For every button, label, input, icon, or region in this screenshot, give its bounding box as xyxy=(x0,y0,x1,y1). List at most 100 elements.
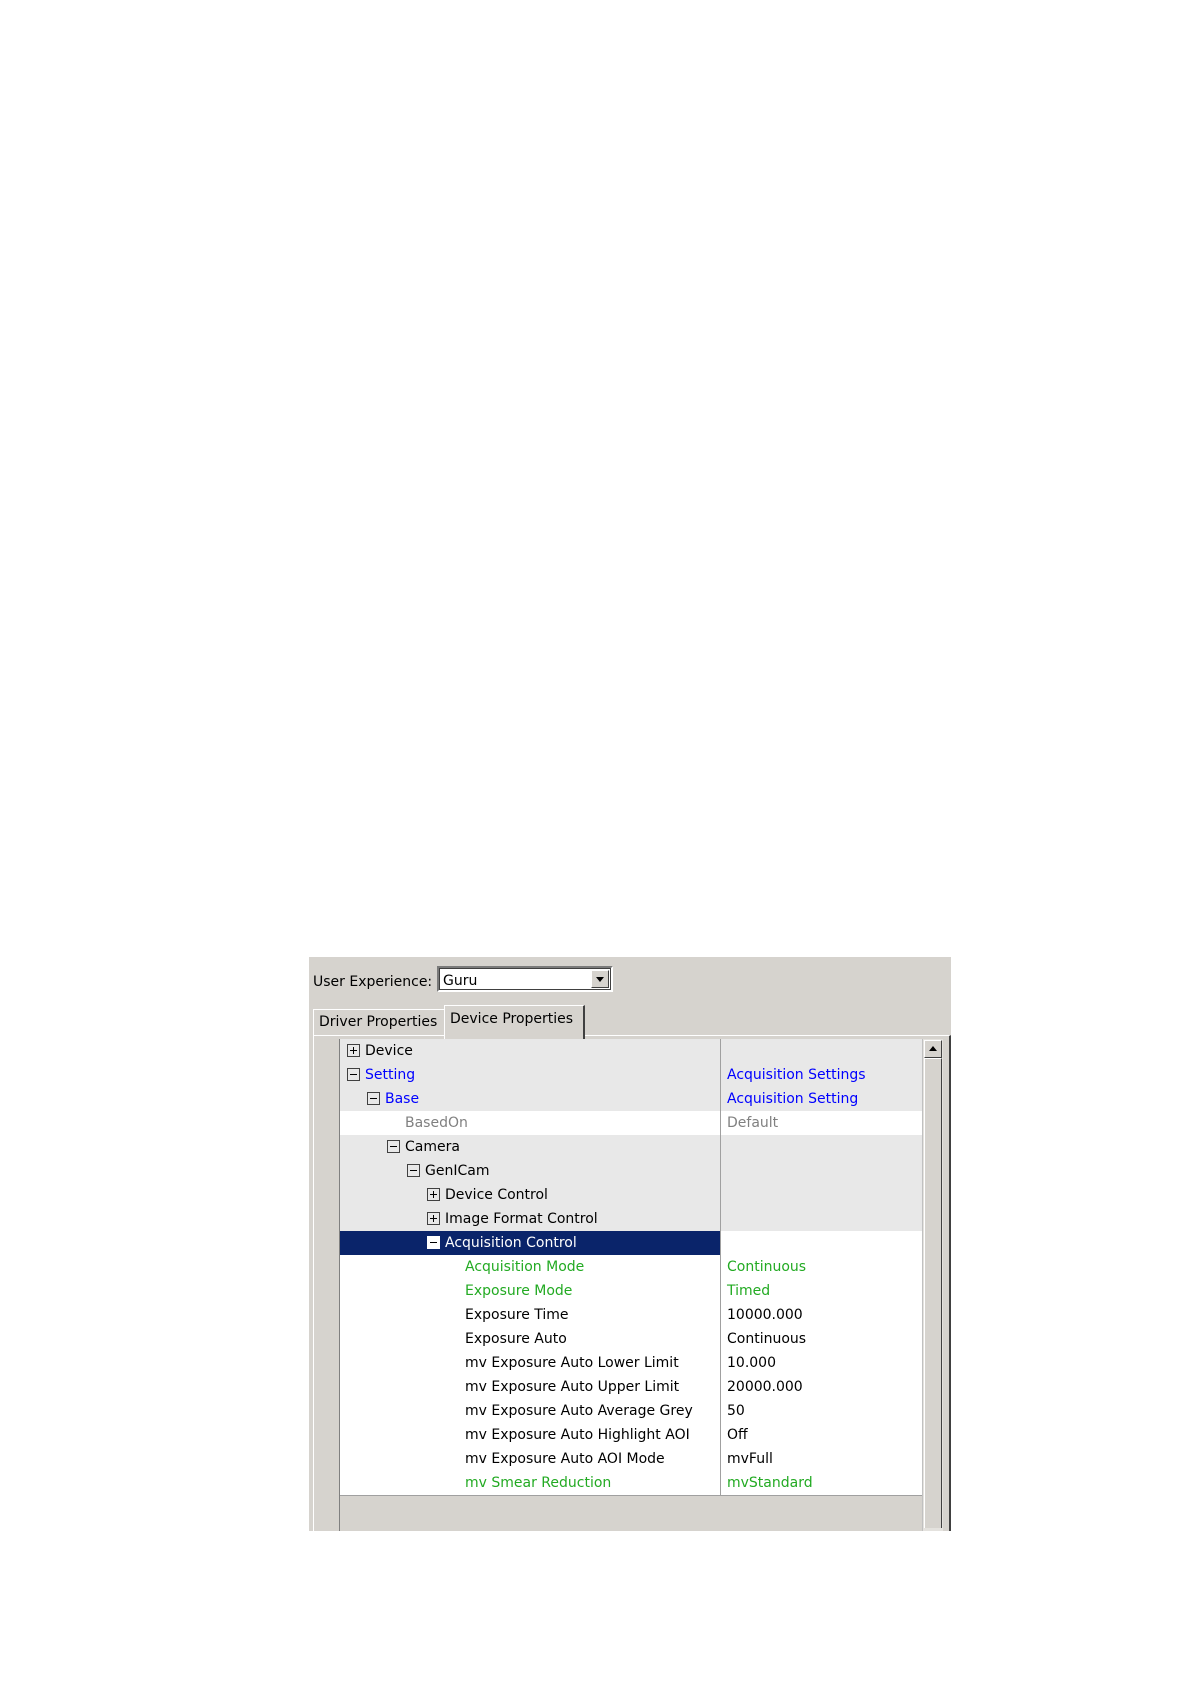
property-value-cell[interactable]: 20000.000 xyxy=(721,1375,922,1399)
tree-row-setting[interactable]: Setting Acquisition Settings xyxy=(340,1063,922,1088)
vertical-scrollbar[interactable] xyxy=(922,1039,943,1531)
tree-row-mv-exposure-auto-lower-limit[interactable]: mv Exposure Auto Lower Limit 10.000 xyxy=(340,1351,922,1376)
device-properties-panel: User Experience: Guru Driver Properties … xyxy=(309,957,951,1531)
property-name: Camera xyxy=(405,1139,460,1155)
tree-row-exposure-time[interactable]: Exposure Time 10000.000 xyxy=(340,1303,922,1328)
property-value-cell[interactable]: Timed xyxy=(721,1279,922,1303)
property-name: mv Exposure Auto Highlight AOI xyxy=(465,1427,690,1443)
tree-row-device[interactable]: Device xyxy=(340,1039,922,1064)
scroll-up-button[interactable] xyxy=(924,1040,942,1058)
property-name-cell[interactable]: BasedOn xyxy=(340,1111,721,1135)
property-value: 10.000 xyxy=(727,1355,776,1371)
property-name: Device Control xyxy=(445,1187,548,1203)
property-value-cell xyxy=(721,1159,922,1183)
tree-row-mv-exposure-auto-highlight-aoi[interactable]: mv Exposure Auto Highlight AOI Off xyxy=(340,1423,922,1448)
property-name: GenICam xyxy=(425,1163,490,1179)
collapse-minus-icon[interactable] xyxy=(367,1092,380,1105)
property-name-cell[interactable]: Acquisition Control xyxy=(340,1231,721,1255)
property-value-cell[interactable]: mvStandard xyxy=(721,1471,922,1495)
property-value-cell[interactable]: Off xyxy=(721,1423,922,1447)
tree-row-device-control[interactable]: Device Control xyxy=(340,1183,922,1208)
expand-plus-icon[interactable] xyxy=(427,1212,440,1225)
property-name-cell[interactable]: Setting xyxy=(340,1063,721,1087)
property-value-cell xyxy=(721,1183,922,1207)
property-value: mvStandard xyxy=(727,1475,813,1491)
tree-row-mv-exposure-auto-aoi-mode[interactable]: mv Exposure Auto AOI Mode mvFull xyxy=(340,1447,922,1472)
property-name-cell[interactable]: Exposure Auto xyxy=(340,1327,721,1351)
property-value-cell: Acquisition Settings xyxy=(721,1063,922,1087)
property-value-cell[interactable]: 10.000 xyxy=(721,1351,922,1375)
collapse-minus-icon[interactable] xyxy=(387,1140,400,1153)
property-value-cell[interactable]: Continuous xyxy=(721,1255,922,1279)
property-value-cell[interactable]: mvFull xyxy=(721,1447,922,1471)
property-value: mvFull xyxy=(727,1451,773,1467)
property-name: Exposure Time xyxy=(465,1307,569,1323)
property-value-cell[interactable]: 10000.000 xyxy=(721,1303,922,1327)
collapse-minus-icon[interactable] xyxy=(347,1068,360,1081)
tree-row-genicam[interactable]: GenICam xyxy=(340,1159,922,1184)
property-name-cell[interactable]: mv Exposure Auto Average Grey xyxy=(340,1399,721,1423)
property-name: mv Smear Reduction xyxy=(465,1475,612,1491)
property-value-cell[interactable]: 50 xyxy=(721,1399,922,1423)
property-value: Acquisition Setting xyxy=(727,1091,859,1107)
user-experience-label: User Experience: xyxy=(313,974,433,990)
tree-row-camera[interactable]: Camera xyxy=(340,1135,922,1160)
property-name-cell[interactable]: Camera xyxy=(340,1135,721,1159)
arrow-up-icon xyxy=(929,1046,937,1051)
property-value-cell xyxy=(721,1039,922,1063)
tab-driver-properties[interactable]: Driver Properties xyxy=(313,1009,448,1036)
collapse-minus-icon[interactable] xyxy=(407,1164,420,1177)
property-name-cell[interactable]: GenICam xyxy=(340,1159,721,1183)
property-value-cell[interactable]: Continuous xyxy=(721,1327,922,1351)
tree-row-acquisition-mode[interactable]: Acquisition Mode Continuous xyxy=(340,1255,922,1280)
property-value: Default xyxy=(727,1115,779,1131)
tree-row-mv-smear-reduction[interactable]: mv Smear Reduction mvStandard xyxy=(340,1471,922,1496)
property-name: Setting xyxy=(365,1067,416,1083)
property-value-cell[interactable]: Default xyxy=(721,1111,922,1135)
tree-row-mv-exposure-auto-upper-limit[interactable]: mv Exposure Auto Upper Limit 20000.000 xyxy=(340,1375,922,1400)
property-name: Acquisition Control xyxy=(445,1235,577,1251)
tree-row-acquisition-control[interactable]: Acquisition Control xyxy=(340,1231,922,1256)
tree-row-image-format-control[interactable]: Image Format Control xyxy=(340,1207,922,1232)
expand-plus-icon[interactable] xyxy=(427,1188,440,1201)
property-name: mv Exposure Auto Average Grey xyxy=(465,1403,693,1419)
property-name: Device xyxy=(365,1043,413,1059)
user-experience-select[interactable]: Guru xyxy=(437,966,613,992)
property-name: Exposure Auto xyxy=(465,1331,567,1347)
property-name: Exposure Mode xyxy=(465,1283,573,1299)
expand-plus-icon[interactable] xyxy=(347,1044,360,1057)
property-value: 20000.000 xyxy=(727,1379,803,1395)
property-name-cell[interactable]: Exposure Time xyxy=(340,1303,721,1327)
tab-device-properties[interactable]: Device Properties xyxy=(444,1005,585,1039)
tree-row-basedon[interactable]: BasedOn Default xyxy=(340,1111,922,1136)
chevron-down-icon xyxy=(596,977,604,982)
property-name: mv Exposure Auto AOI Mode xyxy=(465,1451,665,1467)
scroll-thumb[interactable] xyxy=(924,1058,942,1528)
property-value-cell: Acquisition Setting xyxy=(721,1087,922,1111)
property-name-cell[interactable]: mv Exposure Auto Lower Limit xyxy=(340,1351,721,1375)
property-name-cell[interactable]: Exposure Mode xyxy=(340,1279,721,1303)
tree-row-exposure-mode[interactable]: Exposure Mode Timed xyxy=(340,1279,922,1304)
user-experience-value: Guru xyxy=(443,973,478,989)
property-name-cell[interactable]: Base xyxy=(340,1087,721,1111)
property-name-cell[interactable]: Device Control xyxy=(340,1183,721,1207)
property-name: mv Exposure Auto Upper Limit xyxy=(465,1379,680,1395)
tree-row-base[interactable]: Base Acquisition Setting xyxy=(340,1087,922,1112)
tree-row-exposure-auto[interactable]: Exposure Auto Continuous xyxy=(340,1327,922,1352)
property-name-cell[interactable]: mv Exposure Auto Upper Limit xyxy=(340,1375,721,1399)
property-name-cell[interactable]: mv Smear Reduction xyxy=(340,1471,721,1495)
property-name-cell[interactable]: mv Exposure Auto Highlight AOI xyxy=(340,1423,721,1447)
dropdown-button[interactable] xyxy=(591,970,609,988)
tree-row-mv-exposure-auto-average-grey[interactable]: mv Exposure Auto Average Grey 50 xyxy=(340,1399,922,1424)
property-name-cell[interactable]: mv Exposure Auto AOI Mode xyxy=(340,1447,721,1471)
property-name: mv Exposure Auto Lower Limit xyxy=(465,1355,679,1371)
property-value: 50 xyxy=(727,1403,745,1419)
collapse-minus-icon[interactable] xyxy=(427,1236,440,1249)
property-name-cell[interactable]: Acquisition Mode xyxy=(340,1255,721,1279)
property-name-cell[interactable]: Image Format Control xyxy=(340,1207,721,1231)
property-name: BasedOn xyxy=(405,1115,468,1131)
property-value: Timed xyxy=(727,1283,771,1299)
property-value: Off xyxy=(727,1427,748,1443)
property-name-cell[interactable]: Device xyxy=(340,1039,721,1063)
property-name: Base xyxy=(385,1091,420,1107)
